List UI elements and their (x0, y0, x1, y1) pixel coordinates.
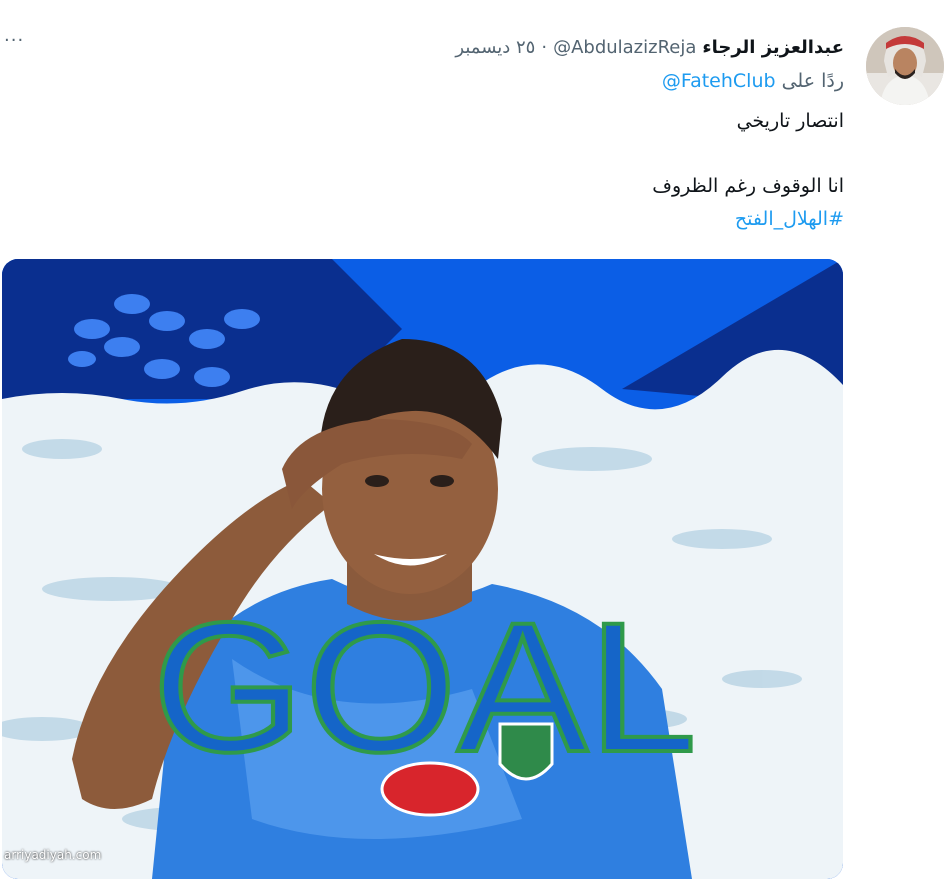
right-eye (430, 475, 454, 487)
reply-prefix: ردًا على (781, 70, 844, 92)
left-eye (365, 475, 389, 487)
tweet-date[interactable]: ٢٥ ديسمبر (455, 37, 535, 58)
tweet: عبدالعزيز الرجاء @AbdulazizReja · ٢٥ ديس… (0, 0, 950, 879)
hashtag-link[interactable]: #الهلال_الفتح (735, 208, 844, 230)
avatar-image (866, 27, 944, 105)
reply-context: ردًا على @FatehClub (662, 70, 844, 92)
display-name[interactable]: عبدالعزيز الرجاء (702, 37, 844, 58)
more-options-icon[interactable]: ··· (4, 30, 34, 51)
watermark: arriyadiyah.com (4, 848, 102, 862)
tweet-text-line-2: انا الوقوف رغم الظروف (652, 175, 844, 197)
tweet-media[interactable]: GOAL (2, 259, 843, 879)
tweet-header: عبدالعزيز الرجاء @AbdulazizReja · ٢٥ ديس… (455, 34, 844, 60)
goal-graphic: GOAL (2, 259, 843, 879)
user-handle[interactable]: @AbdulazizReja (553, 37, 696, 58)
reply-mention-link[interactable]: @FatehClub (662, 70, 776, 92)
separator-dot: · (541, 36, 548, 58)
goal-text: GOAL (152, 585, 697, 791)
tweet-text-line-1: انتصار تاريخي (736, 110, 844, 132)
user-avatar[interactable] (866, 27, 944, 105)
